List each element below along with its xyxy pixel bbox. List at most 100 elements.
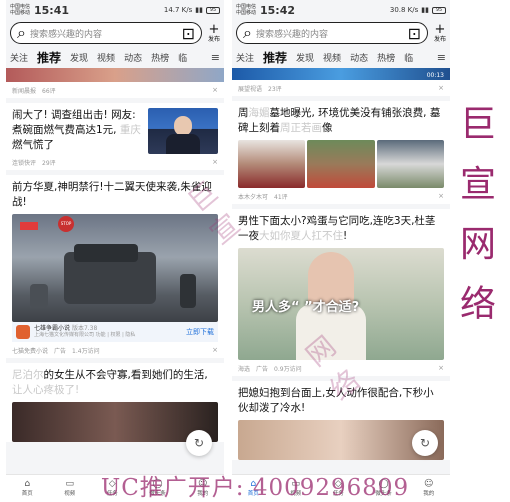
- nav-profile[interactable]: ☺ 我的: [423, 479, 434, 497]
- nav-profile[interactable]: ☺ 我的: [197, 479, 208, 497]
- nav-home[interactable]: ⌂ 首页: [22, 479, 33, 497]
- tab-hot[interactable]: 热榜: [377, 51, 395, 64]
- refresh-button[interactable]: ↻: [412, 430, 438, 456]
- list-item[interactable]: 周海媚墓地曝光, 环境优美没有铺张浪费, 墓碑上刻着周正若画像: [232, 101, 450, 136]
- tab-dynamic[interactable]: 动态: [350, 51, 368, 64]
- article-meta: 展望视语 23评 ×: [238, 84, 444, 93]
- nav-microheadline[interactable]: ◯ 微头条: [375, 479, 392, 497]
- carrier-info: 中国电信 中国移动: [10, 4, 31, 16]
- task-icon: ◇: [334, 478, 342, 489]
- dismiss-icon[interactable]: ×: [212, 346, 218, 354]
- article-image[interactable]: [238, 140, 306, 188]
- profile-icon: ☺: [198, 478, 208, 489]
- clock: 15:42: [260, 3, 296, 17]
- article-title[interactable]: 男性下面太小?鸡蛋与它同吃,连吃3天,杜茎一夜大如你夏人扛不住!: [238, 214, 444, 244]
- dismiss-icon[interactable]: ×: [212, 158, 218, 166]
- menu-icon[interactable]: ≡: [211, 51, 220, 64]
- tab-local[interactable]: 临: [178, 51, 187, 64]
- status-icons: 30.8 K/s ▮▮ 95: [390, 6, 446, 14]
- article-image[interactable]: [376, 140, 444, 188]
- article-title[interactable]: 尼泊尔的女生从不会守寡,看到她们的生活,让人心疼极了!: [12, 368, 218, 398]
- publish-label: 发布: [433, 35, 446, 43]
- app-links[interactable]: 功能 | 权限 | 隐私: [96, 332, 136, 338]
- list-item[interactable]: 闹大了! 调查组出击! 网友: 煮碗面燃气费高达1元, 重庆 燃气慌了: [6, 103, 224, 154]
- home-icon: ⌂: [250, 478, 257, 489]
- phone-screenshot-left: 中国电信 中国移动 15:41 14.7 K/s ▮▮ 95 ⌕ 搜索感兴趣的内容…: [6, 0, 224, 500]
- article-meta: 本木夕木可 41评 ×: [238, 192, 444, 201]
- article-image: [6, 68, 224, 82]
- chat-icon: ◯: [378, 478, 389, 489]
- search-placeholder: 搜索感兴趣的内容: [29, 29, 102, 40]
- scan-icon[interactable]: ⊡: [408, 24, 421, 43]
- refresh-icon: ↻: [193, 436, 205, 450]
- status-icons: 14.7 K/s ▮▮ 95: [164, 6, 220, 14]
- article-meta: 七猫免费小说 广告 1.4万访问 ×: [12, 346, 218, 355]
- tab-local[interactable]: 临: [404, 51, 413, 64]
- tab-discover[interactable]: 发现: [70, 51, 88, 64]
- app-developer: 上海七猫文化传媒有限公司: [34, 332, 95, 338]
- search-input[interactable]: ⌕ 搜索感兴趣的内容 ⊡: [236, 22, 428, 44]
- refresh-button[interactable]: ↻: [186, 430, 212, 456]
- nav-task[interactable]: ◇ 任务: [333, 479, 344, 497]
- dismiss-icon[interactable]: ×: [438, 84, 444, 92]
- phone-screenshot-right: 中国电信 中国移动 15:42 30.8 K/s ▮▮ 95 ⌕ 搜索感兴趣的内容…: [232, 0, 450, 500]
- article-images[interactable]: [238, 140, 444, 188]
- signal-icon: ▮▮: [195, 6, 203, 14]
- nav-task[interactable]: ◇ 任务: [107, 479, 118, 497]
- article-title[interactable]: 周海媚墓地曝光, 环境优美没有铺张浪费, 墓碑上刻着周正若画像: [238, 106, 444, 136]
- menu-icon[interactable]: ≡: [437, 51, 446, 64]
- article-thumbnail[interactable]: [148, 108, 218, 154]
- task-icon: ◇: [108, 478, 116, 489]
- nav-video[interactable]: ▭ 视频: [64, 479, 75, 497]
- tab-dynamic[interactable]: 动态: [124, 51, 142, 64]
- tab-discover[interactable]: 发现: [296, 51, 314, 64]
- article-meta: 新闻晨报 66评 ×: [12, 86, 218, 95]
- download-button[interactable]: 立即下载: [186, 327, 214, 337]
- nav-home[interactable]: ⌂ 首页: [248, 479, 259, 497]
- tab-follow[interactable]: 关注: [10, 51, 28, 64]
- battery-icon: 95: [432, 6, 446, 14]
- publish-button[interactable]: + 发布: [432, 23, 448, 43]
- dismiss-icon[interactable]: ×: [212, 86, 218, 94]
- article-title[interactable]: 闹大了! 调查组出击! 网友: 煮碗面燃气费高达1元, 重庆 燃气慌了: [12, 108, 143, 154]
- ad-image-caption: 男人多“ ”才合适?: [252, 300, 360, 315]
- tab-video[interactable]: 视频: [323, 51, 341, 64]
- plus-icon: +: [208, 21, 220, 37]
- network-speed: 14.7 K/s: [163, 6, 193, 14]
- channel-tabs: 关注 推荐 发现 视频 动态 热榜 临 ≡: [232, 46, 450, 68]
- app-name: 七雄争霸小说: [34, 325, 71, 332]
- refresh-icon: ↻: [419, 436, 431, 450]
- ad-download-bar[interactable]: 七雄争霸小说 版本7.38 上海七猫文化传媒有限公司 功能 | 权限 | 隐私 …: [12, 322, 218, 342]
- bottom-nav: ⌂ 首页 ▭ 视频 ◇ 任务 ◯ 微头条 ☺ 我的: [232, 474, 450, 500]
- dismiss-icon[interactable]: ×: [438, 364, 444, 372]
- publish-button[interactable]: + 发布: [206, 21, 222, 43]
- ad-item[interactable]: 男性下面太小?鸡蛋与它同吃,连吃3天,杜茎一夜大如你夏人扛不住!: [232, 209, 450, 244]
- network-speed: 30.8 K/s: [389, 6, 419, 14]
- tab-recommend[interactable]: 推荐: [37, 49, 61, 66]
- tab-video[interactable]: 视频: [97, 51, 115, 64]
- ad-image[interactable]: 男人多“ ”才合适?: [238, 248, 444, 360]
- search-placeholder: 搜索感兴趣的内容: [255, 29, 328, 40]
- nav-microheadline[interactable]: ◯ 微头条: [149, 479, 166, 497]
- nav-video[interactable]: ▭ 视频: [290, 479, 301, 497]
- ad-image[interactable]: STOP: [12, 214, 218, 322]
- bottom-nav: ⌂ 首页 ▭ 视频 ◇ 任务 ◯ 微头条 ☺ 我的: [6, 474, 224, 500]
- status-bar: 中国电信 中国移动 15:42 30.8 K/s ▮▮ 95: [232, 0, 450, 20]
- article-meta: 连锁快评 29评 ×: [12, 158, 218, 167]
- video-duration: 00:13: [426, 72, 444, 79]
- dismiss-icon[interactable]: ×: [438, 192, 444, 200]
- search-input[interactable]: ⌕ 搜索感兴趣的内容 ⊡: [10, 22, 202, 44]
- list-item[interactable]: 尼泊尔的女生从不会守寡,看到她们的生活,让人心疼极了!: [6, 363, 224, 398]
- clock: 15:41: [34, 3, 70, 17]
- publish-label: 发布: [207, 35, 220, 43]
- battery-icon: 95: [206, 6, 220, 14]
- app-icon: [16, 325, 30, 339]
- news-feed: 新闻晨报 66评 × 闹大了! 调查组出击! 网友: 煮碗面燃气费高达1元, 重庆 燃气…: [6, 68, 224, 442]
- status-bar: 中国电信 中国移动 15:41 14.7 K/s ▮▮ 95: [6, 0, 224, 20]
- tab-follow[interactable]: 关注: [236, 51, 254, 64]
- scan-icon[interactable]: ⊡: [182, 24, 195, 43]
- article-image[interactable]: [307, 140, 375, 188]
- tab-recommend[interactable]: 推荐: [263, 49, 287, 66]
- tab-hot[interactable]: 热榜: [151, 51, 169, 64]
- video-thumbnail[interactable]: 00:13: [232, 68, 450, 80]
